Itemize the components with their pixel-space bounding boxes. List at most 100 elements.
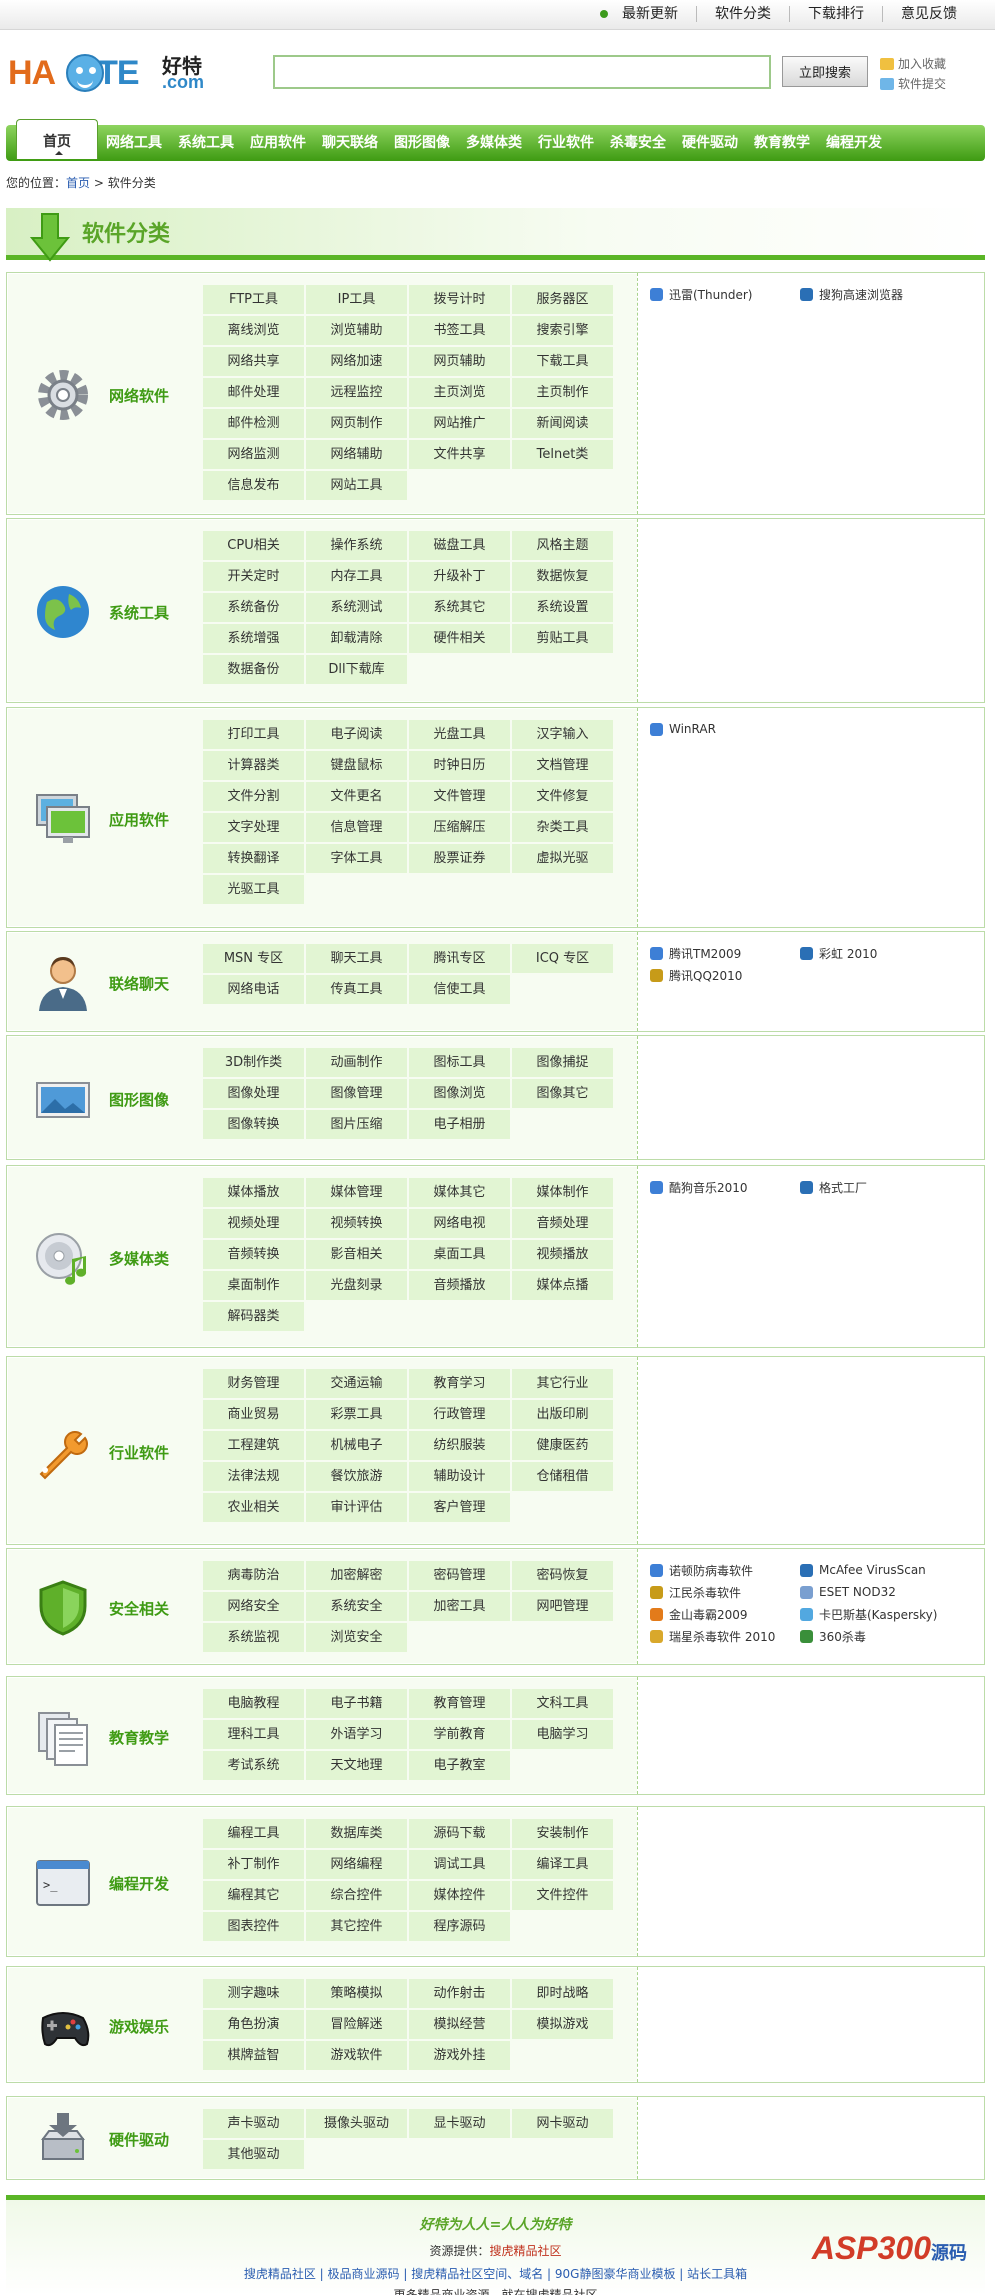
- top-link-categories[interactable]: 软件分类: [696, 6, 789, 22]
- subcategory-link[interactable]: 音频转换: [203, 1240, 304, 1269]
- subcategory-link[interactable]: 卸载清除: [306, 624, 407, 653]
- site-logo[interactable]: HA TE 好特 .com: [8, 44, 208, 100]
- subcategory-link[interactable]: 客户管理: [409, 1493, 510, 1522]
- subcategory-link[interactable]: 网页制作: [306, 409, 407, 438]
- subcategory-link[interactable]: 解码器类: [203, 1302, 304, 1331]
- subcategory-link[interactable]: Dll下载库: [306, 655, 407, 684]
- subcategory-link[interactable]: 主页浏览: [409, 378, 510, 407]
- subcategory-link[interactable]: 网络加速: [306, 347, 407, 376]
- subcategory-link[interactable]: 健康医药: [512, 1431, 613, 1460]
- subcategory-link[interactable]: 网页辅助: [409, 347, 510, 376]
- subcategory-link[interactable]: 交通运输: [306, 1369, 407, 1398]
- subcategory-link[interactable]: 综合控件: [306, 1881, 407, 1910]
- subcategory-link[interactable]: 图像处理: [203, 1079, 304, 1108]
- subcategory-link[interactable]: 剪贴工具: [512, 624, 613, 653]
- featured-app-link[interactable]: McAfee VirusScan: [800, 1561, 950, 1579]
- nav-tab-7[interactable]: 行业软件: [530, 125, 602, 161]
- subcategory-link[interactable]: 行政管理: [409, 1400, 510, 1429]
- subcategory-link[interactable]: 主页制作: [512, 378, 613, 407]
- subcategory-link[interactable]: 编程其它: [203, 1881, 304, 1910]
- nav-tab-9[interactable]: 硬件驱动: [674, 125, 746, 161]
- subcategory-link[interactable]: 病毒防治: [203, 1561, 304, 1590]
- footer-links[interactable]: 搜虎精品社区 | 极品商业源码 | 搜虎精品社区空间、域名 | 90G静图豪华商…: [6, 2265, 985, 2282]
- category-name[interactable]: 安全相关: [109, 1598, 169, 1619]
- subcategory-link[interactable]: 系统测试: [306, 593, 407, 622]
- subcategory-link[interactable]: 内存工具: [306, 562, 407, 591]
- subcategory-link[interactable]: 文件修复: [512, 782, 613, 811]
- subcategory-link[interactable]: 电子教室: [409, 1751, 510, 1780]
- subcategory-link[interactable]: 仓储租借: [512, 1462, 613, 1491]
- subcategory-link[interactable]: 时钟日历: [409, 751, 510, 780]
- category-name[interactable]: 行业软件: [109, 1442, 169, 1463]
- subcategory-link[interactable]: 加密解密: [306, 1561, 407, 1590]
- subcategory-link[interactable]: MSN 专区: [203, 944, 304, 973]
- nav-tab-5[interactable]: 图形图像: [386, 125, 458, 161]
- subcategory-link[interactable]: FTP工具: [203, 285, 304, 314]
- top-link-ranking[interactable]: 下载排行: [789, 6, 882, 22]
- subcategory-link[interactable]: IP工具: [306, 285, 407, 314]
- subcategory-link[interactable]: 网络编程: [306, 1850, 407, 1879]
- subcategory-link[interactable]: 网络监测: [203, 440, 304, 469]
- subcategory-link[interactable]: 密码恢复: [512, 1561, 613, 1590]
- subcategory-link[interactable]: 数据恢复: [512, 562, 613, 591]
- subcategory-link[interactable]: 虚拟光驱: [512, 844, 613, 873]
- subcategory-link[interactable]: 教育学习: [409, 1369, 510, 1398]
- subcategory-link[interactable]: 信使工具: [409, 975, 510, 1004]
- subcategory-link[interactable]: 图表控件: [203, 1912, 304, 1941]
- subcategory-link[interactable]: 测字趣味: [203, 1979, 304, 2008]
- subcategory-link[interactable]: 文件管理: [409, 782, 510, 811]
- subcategory-link[interactable]: 游戏软件: [306, 2041, 407, 2070]
- subcategory-link[interactable]: 策略模拟: [306, 1979, 407, 2008]
- top-link-latest[interactable]: 最新更新: [618, 6, 696, 22]
- subcategory-link[interactable]: 桌面制作: [203, 1271, 304, 1300]
- resource-link[interactable]: 搜虎精品社区: [490, 2244, 562, 2258]
- subcategory-link[interactable]: 文件更名: [306, 782, 407, 811]
- subcategory-link[interactable]: 网络安全: [203, 1592, 304, 1621]
- subcategory-link[interactable]: 理科工具: [203, 1720, 304, 1749]
- featured-app-link[interactable]: 诺顿防病毒软件: [650, 1561, 800, 1579]
- subcategory-link[interactable]: 工程建筑: [203, 1431, 304, 1460]
- subcategory-link[interactable]: 服务器区: [512, 285, 613, 314]
- category-name[interactable]: 联络聊天: [109, 973, 169, 994]
- subcategory-link[interactable]: 开关定时: [203, 562, 304, 591]
- subcategory-link[interactable]: 下载工具: [512, 347, 613, 376]
- subcategory-link[interactable]: 媒体控件: [409, 1881, 510, 1910]
- subcategory-link[interactable]: 数据库类: [306, 1819, 407, 1848]
- category-name[interactable]: 教育教学: [109, 1727, 169, 1748]
- subcategory-link[interactable]: 升级补丁: [409, 562, 510, 591]
- subcategory-link[interactable]: 图像转换: [203, 1110, 304, 1139]
- subcategory-link[interactable]: 图片压缩: [306, 1110, 407, 1139]
- subcategory-link[interactable]: 风格主题: [512, 531, 613, 560]
- subcategory-link[interactable]: 键盘鼠标: [306, 751, 407, 780]
- top-link-feedback[interactable]: 意见反馈: [882, 6, 975, 22]
- nav-tab-10[interactable]: 教育教学: [746, 125, 818, 161]
- search-input[interactable]: [275, 57, 769, 87]
- subcategory-link[interactable]: 图标工具: [409, 1048, 510, 1077]
- subcategory-link[interactable]: 光盘工具: [409, 720, 510, 749]
- nav-tab-11[interactable]: 编程开发: [818, 125, 890, 161]
- category-name[interactable]: 图形图像: [109, 1089, 169, 1110]
- subcategory-link[interactable]: 其它行业: [512, 1369, 613, 1398]
- category-name[interactable]: 应用软件: [109, 809, 169, 830]
- subcategory-link[interactable]: 传真工具: [306, 975, 407, 1004]
- category-name[interactable]: 多媒体类: [109, 1248, 169, 1269]
- subcategory-link[interactable]: 远程监控: [306, 378, 407, 407]
- subcategory-link[interactable]: 硬件相关: [409, 624, 510, 653]
- subcategory-link[interactable]: 彩票工具: [306, 1400, 407, 1429]
- subcategory-link[interactable]: 视频转换: [306, 1209, 407, 1238]
- subcategory-link[interactable]: 源码下载: [409, 1819, 510, 1848]
- category-name[interactable]: 游戏娱乐: [109, 2016, 169, 2037]
- subcategory-link[interactable]: 浏览辅助: [306, 316, 407, 345]
- subcategory-link[interactable]: 辅助设计: [409, 1462, 510, 1491]
- subcategory-link[interactable]: 文件控件: [512, 1881, 613, 1910]
- search-button[interactable]: 立即搜索: [782, 56, 868, 87]
- subcategory-link[interactable]: 杂类工具: [512, 813, 613, 842]
- featured-app-link[interactable]: 迅雷(Thunder): [650, 285, 800, 303]
- subcategory-link[interactable]: 系统监视: [203, 1623, 304, 1652]
- subcategory-link[interactable]: 声卡驱动: [203, 2109, 304, 2138]
- featured-app-link[interactable]: 彩虹 2010: [800, 944, 950, 962]
- subcategory-link[interactable]: 商业贸易: [203, 1400, 304, 1429]
- subcategory-link[interactable]: 考试系统: [203, 1751, 304, 1780]
- subcategory-link[interactable]: 网络辅助: [306, 440, 407, 469]
- subcategory-link[interactable]: 系统备份: [203, 593, 304, 622]
